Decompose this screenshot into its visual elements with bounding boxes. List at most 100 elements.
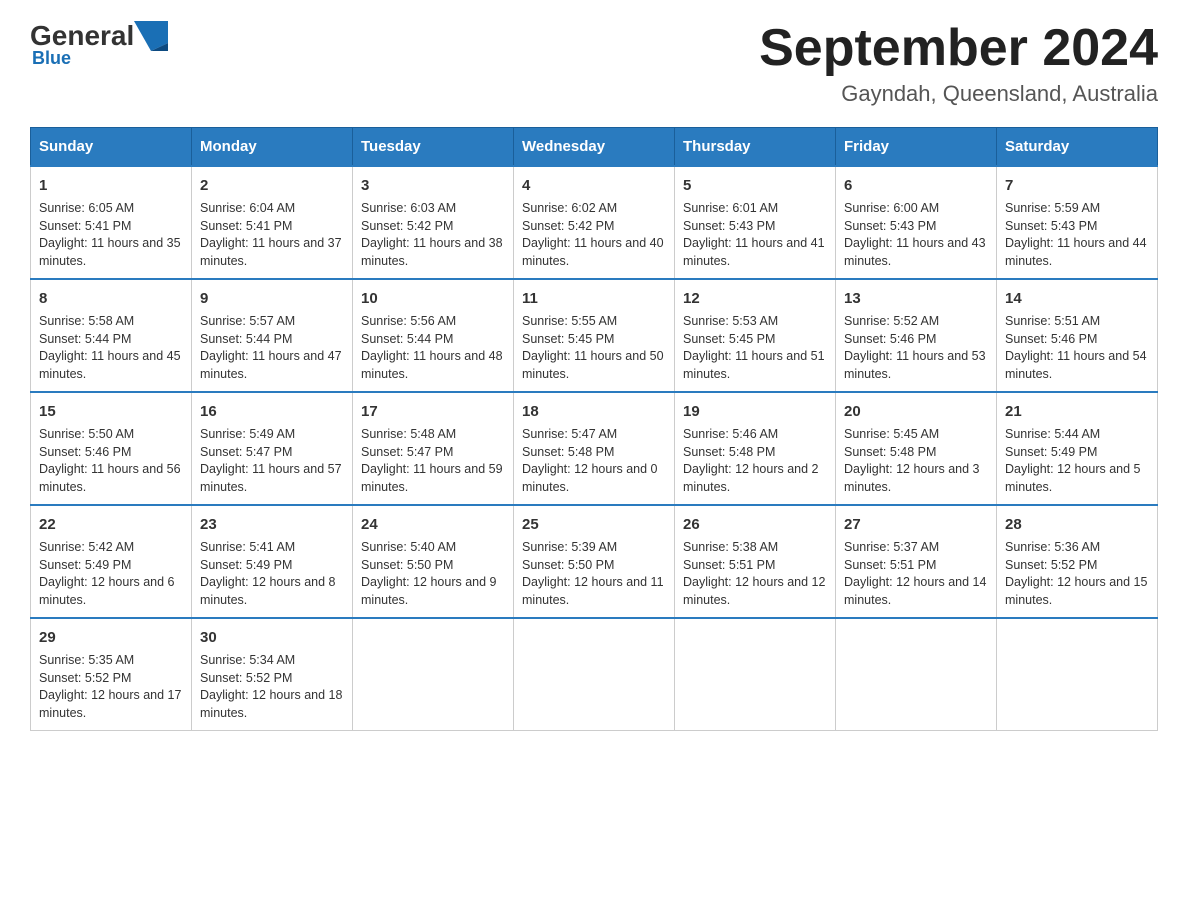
calendar-header-row: SundayMondayTuesdayWednesdayThursdayFrid… [31,128,1158,167]
day-info: Sunrise: 5:40 AMSunset: 5:50 PMDaylight:… [361,539,505,609]
location-title: Gayndah, Queensland, Australia [759,81,1158,107]
day-info: Sunrise: 5:57 AMSunset: 5:44 PMDaylight:… [200,313,344,383]
day-number: 8 [39,288,183,309]
calendar-cell: 11Sunrise: 5:55 AMSunset: 5:45 PMDayligh… [514,279,675,392]
day-info: Sunrise: 5:48 AMSunset: 5:47 PMDaylight:… [361,426,505,496]
day-info: Sunrise: 6:04 AMSunset: 5:41 PMDaylight:… [200,200,344,270]
calendar-cell: 23 Sunrise: 5:41 AMSunset: 5:49 PMDayligh… [192,505,353,618]
calendar-cell: 17 Sunrise: 5:48 AMSunset: 5:47 PMDayligh… [353,392,514,505]
calendar-cell: 24 Sunrise: 5:40 AMSunset: 5:50 PMDayligh… [353,505,514,618]
logo: General Blue [30,20,168,69]
day-number: 16 [200,401,344,422]
calendar-cell: 15 Sunrise: 5:50 AMSunset: 5:46 PMDayligh… [31,392,192,505]
day-number: 23 [200,514,344,535]
header-tuesday: Tuesday [353,128,514,167]
day-info: Sunrise: 5:44 AMSunset: 5:49 PMDaylight:… [1005,426,1149,496]
day-info: Sunrise: 5:36 AMSunset: 5:52 PMDaylight:… [1005,539,1149,609]
calendar-cell: 25Sunrise: 5:39 AMSunset: 5:50 PMDayligh… [514,505,675,618]
day-number: 21 [1005,401,1149,422]
calendar-cell [997,618,1158,731]
day-number: 17 [361,401,505,422]
day-number: 15 [39,401,183,422]
month-title: September 2024 [759,20,1158,77]
day-info: Sunrise: 5:49 AMSunset: 5:47 PMDaylight:… [200,426,344,496]
day-number: 5 [683,175,827,196]
day-number: 1 [39,175,183,196]
calendar-cell: 10 Sunrise: 5:56 AMSunset: 5:44 PMDayligh… [353,279,514,392]
calendar-cell: 1 Sunrise: 6:05 AMSunset: 5:41 PMDaylight… [31,166,192,279]
day-info: Sunrise: 5:56 AMSunset: 5:44 PMDaylight:… [361,313,505,383]
day-number: 12 [683,288,827,309]
day-info: Sunrise: 5:53 AMSunset: 5:45 PMDaylight:… [683,313,827,383]
calendar-cell: 28Sunrise: 5:36 AMSunset: 5:52 PMDayligh… [997,505,1158,618]
day-info: Sunrise: 5:51 AMSunset: 5:46 PMDaylight:… [1005,313,1149,383]
calendar-cell: 12 Sunrise: 5:53 AMSunset: 5:45 PMDayligh… [675,279,836,392]
calendar-week-2: 8 Sunrise: 5:58 AMSunset: 5:44 PMDaylight… [31,279,1158,392]
day-number: 4 [522,175,666,196]
day-info: Sunrise: 6:05 AMSunset: 5:41 PMDaylight:… [39,200,183,270]
calendar-cell [675,618,836,731]
calendar-cell: 5 Sunrise: 6:01 AMSunset: 5:43 PMDaylight… [675,166,836,279]
day-number: 10 [361,288,505,309]
day-number: 20 [844,401,988,422]
calendar-cell [353,618,514,731]
day-info: Sunrise: 5:55 AMSunset: 5:45 PMDaylight:… [522,313,666,383]
calendar-cell: 14 Sunrise: 5:51 AMSunset: 5:46 PMDayligh… [997,279,1158,392]
calendar-cell: 27Sunrise: 5:37 AMSunset: 5:51 PMDayligh… [836,505,997,618]
calendar-week-3: 15 Sunrise: 5:50 AMSunset: 5:46 PMDayligh… [31,392,1158,505]
day-info: Sunrise: 5:59 AMSunset: 5:43 PMDaylight:… [1005,200,1149,270]
calendar-cell [514,618,675,731]
calendar-week-5: 29 Sunrise: 5:35 AMSunset: 5:52 PMDayligh… [31,618,1158,731]
logo-icon [134,21,168,51]
day-info: Sunrise: 5:58 AMSunset: 5:44 PMDaylight:… [39,313,183,383]
day-number: 14 [1005,288,1149,309]
day-number: 9 [200,288,344,309]
calendar-cell: 4 Sunrise: 6:02 AMSunset: 5:42 PMDaylight… [514,166,675,279]
calendar-cell: 13Sunrise: 5:52 AMSunset: 5:46 PMDayligh… [836,279,997,392]
header-friday: Friday [836,128,997,167]
calendar-cell: 18Sunrise: 5:47 AMSunset: 5:48 PMDayligh… [514,392,675,505]
day-number: 2 [200,175,344,196]
calendar-cell: 6 Sunrise: 6:00 AMSunset: 5:43 PMDaylight… [836,166,997,279]
calendar-cell: 29 Sunrise: 5:35 AMSunset: 5:52 PMDayligh… [31,618,192,731]
day-number: 22 [39,514,183,535]
day-info: Sunrise: 5:41 AMSunset: 5:49 PMDaylight:… [200,539,344,609]
calendar-cell: 19 Sunrise: 5:46 AMSunset: 5:48 PMDayligh… [675,392,836,505]
day-info: Sunrise: 6:02 AMSunset: 5:42 PMDaylight:… [522,200,666,270]
day-info: Sunrise: 6:00 AMSunset: 5:43 PMDaylight:… [844,200,988,270]
day-info: Sunrise: 6:01 AMSunset: 5:43 PMDaylight:… [683,200,827,270]
day-number: 7 [1005,175,1149,196]
day-number: 13 [844,288,988,309]
day-info: Sunrise: 5:47 AMSunset: 5:48 PMDaylight:… [522,426,666,496]
day-info: Sunrise: 5:37 AMSunset: 5:51 PMDaylight:… [844,539,988,609]
calendar-cell: 22 Sunrise: 5:42 AMSunset: 5:49 PMDayligh… [31,505,192,618]
day-number: 6 [844,175,988,196]
calendar-week-1: 1 Sunrise: 6:05 AMSunset: 5:41 PMDaylight… [31,166,1158,279]
day-number: 29 [39,627,183,648]
header-wednesday: Wednesday [514,128,675,167]
calendar-cell: 9 Sunrise: 5:57 AMSunset: 5:44 PMDaylight… [192,279,353,392]
day-number: 24 [361,514,505,535]
calendar-cell [836,618,997,731]
day-info: Sunrise: 5:46 AMSunset: 5:48 PMDaylight:… [683,426,827,496]
day-number: 3 [361,175,505,196]
logo-blue: Blue [32,48,71,69]
day-info: Sunrise: 5:38 AMSunset: 5:51 PMDaylight:… [683,539,827,609]
calendar-cell: 20 Sunrise: 5:45 AMSunset: 5:48 PMDayligh… [836,392,997,505]
day-info: Sunrise: 5:34 AMSunset: 5:52 PMDaylight:… [200,652,344,722]
calendar-cell: 21 Sunrise: 5:44 AMSunset: 5:49 PMDayligh… [997,392,1158,505]
day-info: Sunrise: 5:35 AMSunset: 5:52 PMDaylight:… [39,652,183,722]
calendar-table: SundayMondayTuesdayWednesdayThursdayFrid… [30,127,1158,731]
header-sunday: Sunday [31,128,192,167]
day-info: Sunrise: 5:42 AMSunset: 5:49 PMDaylight:… [39,539,183,609]
header-monday: Monday [192,128,353,167]
day-number: 19 [683,401,827,422]
header-thursday: Thursday [675,128,836,167]
day-info: Sunrise: 5:45 AMSunset: 5:48 PMDaylight:… [844,426,988,496]
calendar-cell: 30Sunrise: 5:34 AMSunset: 5:52 PMDayligh… [192,618,353,731]
calendar-cell: 26Sunrise: 5:38 AMSunset: 5:51 PMDayligh… [675,505,836,618]
calendar-cell: 2 Sunrise: 6:04 AMSunset: 5:41 PMDaylight… [192,166,353,279]
calendar-cell: 16 Sunrise: 5:49 AMSunset: 5:47 PMDayligh… [192,392,353,505]
day-number: 25 [522,514,666,535]
day-info: Sunrise: 5:50 AMSunset: 5:46 PMDaylight:… [39,426,183,496]
